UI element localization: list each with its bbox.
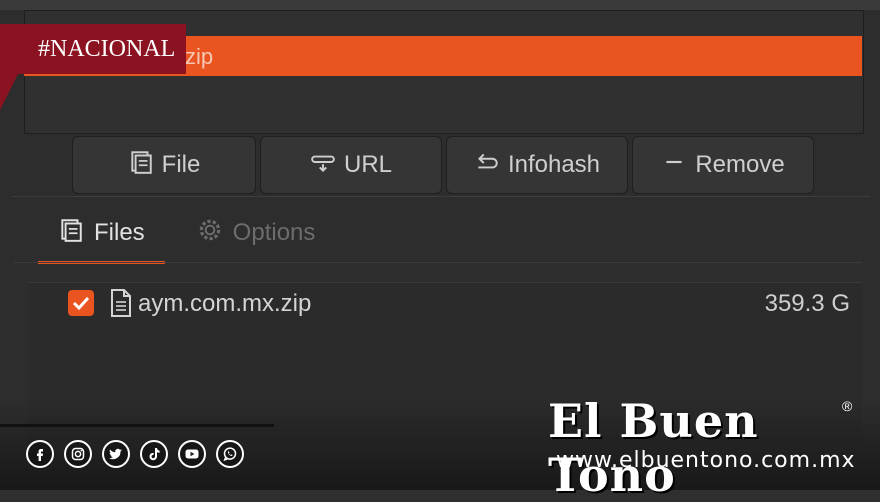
tiktok-icon[interactable]	[140, 440, 168, 468]
tab-options[interactable]: Options	[177, 205, 336, 261]
add-file-label: File	[161, 151, 201, 178]
youtube-icon[interactable]	[178, 440, 206, 468]
toolbar: File URL Infohash Remove	[72, 136, 814, 194]
tab-files-label: Files	[94, 219, 145, 246]
separator	[12, 196, 870, 197]
section-badge-tail	[0, 74, 18, 110]
file-icon	[128, 149, 154, 182]
minus-icon	[661, 149, 687, 182]
remove-label: Remove	[695, 151, 785, 178]
add-infohash-label: Infohash	[507, 151, 601, 178]
files-icon	[58, 217, 84, 250]
list-item[interactable]: aym.com.mx.zip 359.3 G	[28, 286, 862, 324]
social-links	[26, 440, 244, 468]
facebook-icon[interactable]	[26, 440, 54, 468]
tab-options-label: Options	[232, 219, 316, 246]
brand-url: www.elbuentono.com.mx	[556, 448, 856, 473]
title-bar	[0, 0, 880, 10]
add-infohash-button[interactable]: Infohash	[446, 136, 628, 194]
document-icon	[108, 288, 134, 318]
social-divider	[0, 424, 274, 427]
instagram-icon[interactable]	[64, 440, 92, 468]
gear-icon	[197, 217, 223, 250]
section-badge: #NACIONAL	[0, 24, 186, 74]
undo-icon	[474, 149, 500, 182]
add-file-button[interactable]: File	[72, 136, 256, 194]
selected-torrent-name: zip	[185, 44, 214, 69]
whatsapp-icon[interactable]	[216, 440, 244, 468]
link-icon	[310, 149, 336, 182]
twitter-icon[interactable]	[102, 440, 130, 468]
file-size: 359.3 G	[764, 290, 850, 317]
registered-mark: ®	[842, 398, 853, 414]
checkmark-icon	[72, 296, 90, 311]
tab-files[interactable]: Files	[38, 205, 165, 264]
tab-bar: Files Options	[38, 205, 336, 264]
file-checkbox[interactable]	[68, 290, 94, 316]
remove-button[interactable]: Remove	[632, 136, 814, 194]
add-url-button[interactable]: URL	[260, 136, 442, 194]
file-name: aym.com.mx.zip	[138, 290, 312, 317]
tab-underline-border	[14, 262, 862, 263]
add-url-label: URL	[343, 151, 392, 178]
